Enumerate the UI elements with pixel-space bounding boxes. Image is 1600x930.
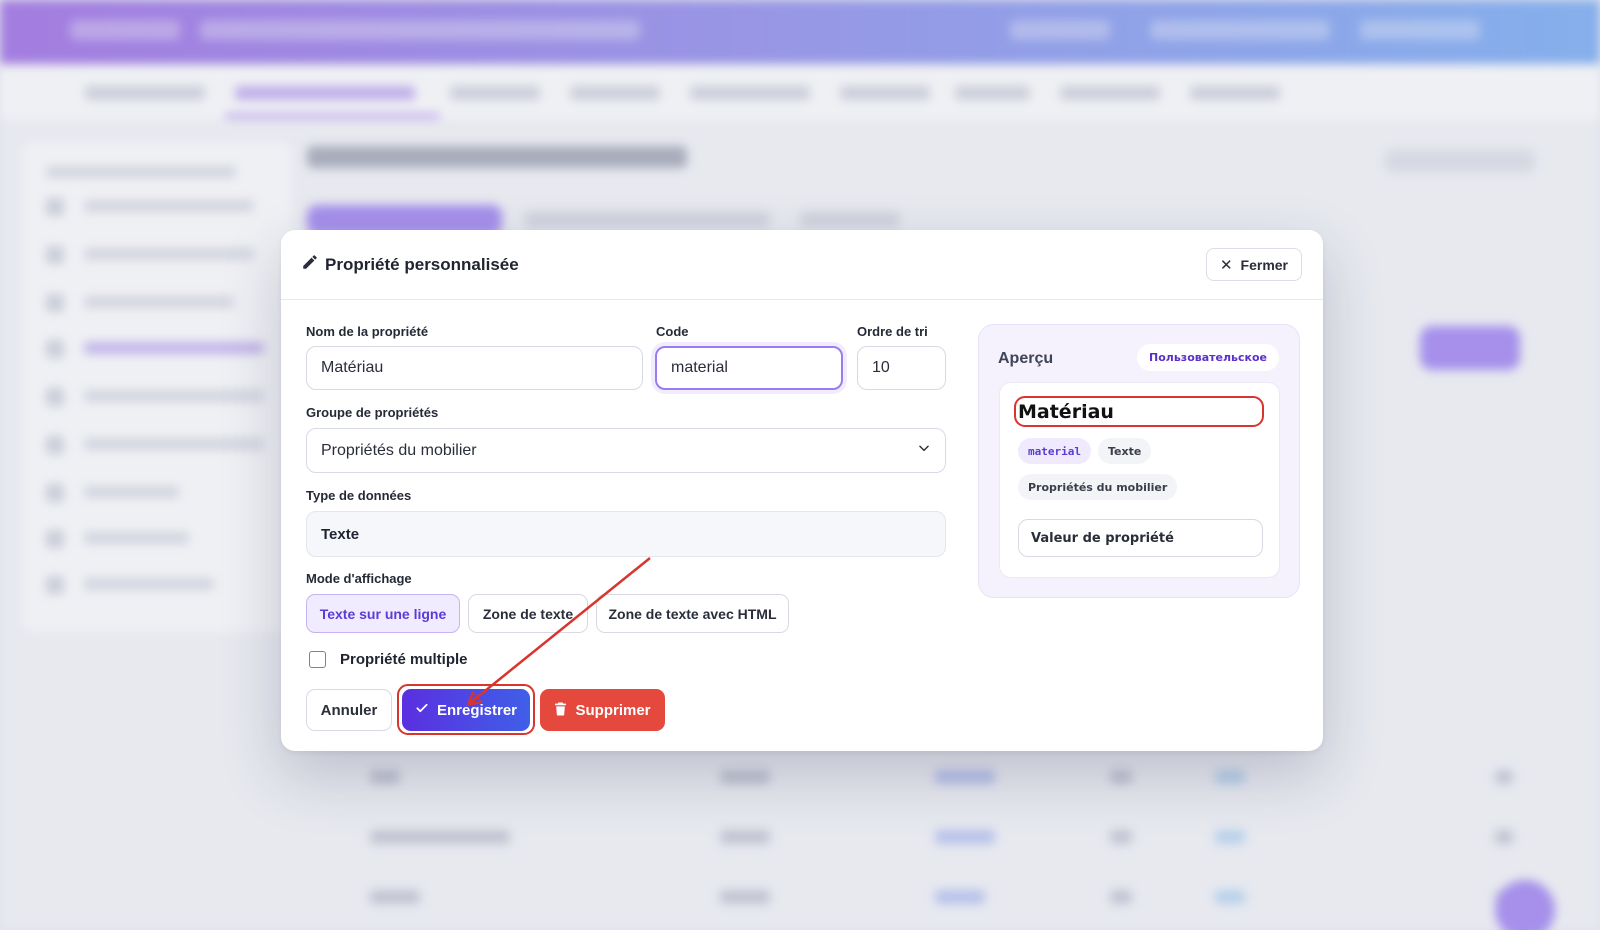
check-icon bbox=[415, 701, 429, 719]
chevron-down-icon bbox=[917, 441, 931, 460]
property-modal: Propriété personnalisée ✕ Fermer Nom de … bbox=[281, 230, 1323, 751]
modal-title-text: Propriété personnalisée bbox=[325, 254, 519, 274]
modal-header: Propriété personnalisée ✕ Fermer bbox=[281, 230, 1323, 300]
preview-property-name: Matériau bbox=[1018, 401, 1114, 423]
group-label: Groupe de propriétés bbox=[306, 405, 439, 420]
modal-title: Propriété personnalisée bbox=[301, 253, 519, 276]
sort-order-label: Ordre de tri bbox=[857, 324, 928, 339]
save-button[interactable]: Enregistrer bbox=[402, 689, 530, 731]
preview-value-field: Valeur de propriété bbox=[1018, 519, 1263, 557]
cancel-button[interactable]: Annuler bbox=[306, 689, 392, 731]
preview-panel: Aperçu Пользовательское Matériau materia… bbox=[978, 324, 1300, 598]
mode-textarea-button[interactable]: Zone de texte bbox=[468, 594, 588, 633]
preview-card: Matériau material Texte Propriétés du mo… bbox=[999, 382, 1280, 578]
close-label: Fermer bbox=[1240, 256, 1288, 273]
preview-title: Aperçu bbox=[998, 350, 1054, 367]
multiple-property-row[interactable]: Propriété multiple bbox=[309, 651, 468, 668]
delete-button[interactable]: Supprimer bbox=[540, 689, 665, 731]
delete-label: Supprimer bbox=[575, 701, 651, 719]
code-input[interactable]: material bbox=[655, 346, 843, 390]
group-select[interactable]: Propriétés du mobilier bbox=[306, 428, 946, 473]
close-icon: ✕ bbox=[1219, 256, 1233, 274]
data-type-label: Type de données bbox=[306, 488, 412, 503]
mode-html-textarea-button[interactable]: Zone de texte avec HTML bbox=[596, 594, 789, 633]
pencil-icon bbox=[301, 253, 319, 276]
preview-code-chip: material bbox=[1018, 438, 1091, 464]
multiple-property-checkbox[interactable] bbox=[309, 651, 326, 668]
preview-group-chip: Propriétés du mobilier bbox=[1018, 474, 1178, 500]
data-type-value: Texte bbox=[306, 511, 946, 557]
multiple-property-label: Propriété multiple bbox=[340, 651, 468, 668]
trash-icon bbox=[554, 701, 567, 720]
save-label: Enregistrer bbox=[436, 701, 518, 719]
sort-order-input[interactable]: 10 bbox=[857, 346, 946, 390]
code-label: Code bbox=[656, 324, 689, 339]
preview-type-chip: Texte bbox=[1098, 438, 1152, 464]
close-button[interactable]: ✕ Fermer bbox=[1205, 248, 1302, 281]
name-label: Nom de la propriété bbox=[306, 324, 429, 339]
group-select-value: Propriétés du mobilier bbox=[321, 441, 477, 459]
preview-badge: Пользовательское bbox=[1137, 344, 1279, 371]
name-input[interactable]: Matériau bbox=[306, 346, 643, 390]
display-mode-label: Mode d'affichage bbox=[306, 571, 412, 586]
mode-single-line-button[interactable]: Texte sur une ligne bbox=[306, 594, 460, 633]
